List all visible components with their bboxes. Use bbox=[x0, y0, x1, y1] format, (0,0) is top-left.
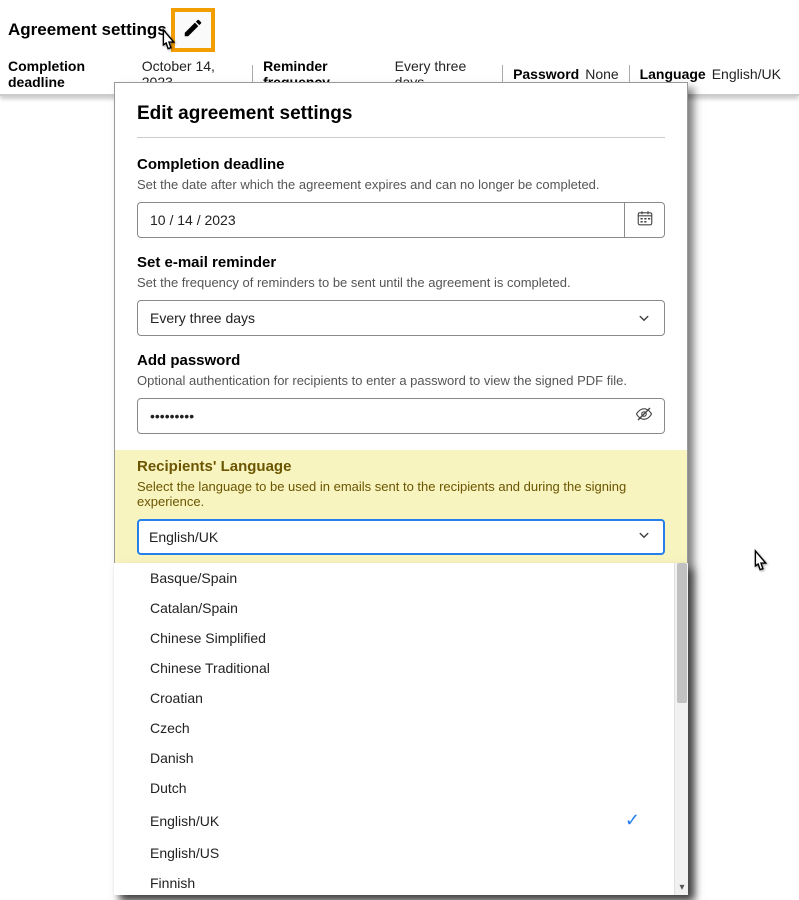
scroll-down-arrow[interactable]: ▾ bbox=[675, 882, 689, 893]
reminder-title: Set e-mail reminder bbox=[137, 254, 665, 271]
language-option-label: Catalan/Spain bbox=[150, 600, 238, 616]
modal-title: Edit agreement settings bbox=[137, 103, 665, 125]
language-option-label: Dutch bbox=[150, 780, 187, 796]
section-language: Recipients' Language Select the language… bbox=[115, 450, 687, 571]
language-option-label: Chinese Simplified bbox=[150, 630, 266, 646]
scrollbar[interactable]: ▾ bbox=[674, 563, 688, 895]
deadline-input-wrap bbox=[137, 202, 665, 238]
password-label: Password bbox=[513, 66, 579, 82]
language-option[interactable]: Chinese Simplified bbox=[120, 623, 674, 653]
edit-settings-button[interactable] bbox=[171, 8, 215, 52]
cursor-pointer-icon bbox=[746, 547, 776, 586]
language-option-label: Basque/Spain bbox=[150, 570, 237, 586]
language-option-label: Finnish bbox=[150, 875, 195, 891]
password-value: None bbox=[585, 66, 618, 82]
password-input[interactable] bbox=[138, 408, 624, 424]
section-reminder: Set e-mail reminder Set the frequency of… bbox=[137, 254, 665, 336]
language-option[interactable]: Finnish bbox=[120, 868, 674, 895]
deadline-input[interactable] bbox=[138, 212, 624, 228]
page-title: Agreement settings bbox=[8, 20, 167, 40]
toggle-visibility-button[interactable] bbox=[624, 399, 664, 433]
language-option-label: Croatian bbox=[150, 690, 203, 706]
calendar-icon bbox=[636, 209, 654, 232]
chevron-down-icon bbox=[624, 301, 664, 335]
password-input-wrap bbox=[137, 398, 665, 434]
reminder-select[interactable]: Every three days bbox=[137, 300, 665, 336]
pencil-icon bbox=[182, 17, 204, 44]
language-desc: Select the language to be used in emails… bbox=[137, 479, 665, 509]
chevron-down-icon bbox=[635, 526, 653, 549]
scroll-thumb[interactable] bbox=[677, 563, 687, 703]
language-option-label: Czech bbox=[150, 720, 190, 736]
language-option[interactable]: Chinese Traditional bbox=[120, 653, 674, 683]
deadline-desc: Set the date after which the agreement e… bbox=[137, 177, 665, 192]
section-deadline: Completion deadline Set the date after w… bbox=[137, 156, 665, 238]
language-option-list: Basque/Spain Catalan/Spain Chinese Simplif… bbox=[114, 563, 674, 895]
language-option[interactable]: English/UK ✓ bbox=[120, 803, 674, 838]
reminder-desc: Set the frequency of reminders to be sen… bbox=[137, 275, 665, 290]
deadline-title: Completion deadline bbox=[137, 156, 665, 173]
section-password: Add password Optional authentication for… bbox=[137, 352, 665, 434]
language-option[interactable]: Dutch bbox=[120, 773, 674, 803]
language-select-value: English/UK bbox=[149, 529, 635, 545]
language-dropdown: Basque/Spain Catalan/Spain Chinese Simplif… bbox=[114, 563, 688, 895]
language-option-label: Chinese Traditional bbox=[150, 660, 270, 676]
language-option-label: English/UK bbox=[150, 813, 219, 829]
password-title: Add password bbox=[137, 352, 665, 369]
language-select[interactable]: English/UK bbox=[137, 519, 665, 555]
language-option-label: Danish bbox=[150, 750, 194, 766]
reminder-value: Every three days bbox=[138, 310, 624, 326]
checkmark-icon: ✓ bbox=[625, 810, 640, 831]
language-option[interactable]: English/US bbox=[120, 838, 674, 868]
language-option[interactable]: Basque/Spain bbox=[120, 563, 674, 593]
language-option[interactable]: Danish bbox=[120, 743, 674, 773]
password-desc: Optional authentication for recipients t… bbox=[137, 373, 665, 388]
calendar-button[interactable] bbox=[624, 203, 664, 237]
language-value: English/UK bbox=[712, 66, 781, 82]
language-option[interactable]: Croatian bbox=[120, 683, 674, 713]
language-label: Language bbox=[640, 66, 706, 82]
language-option[interactable]: Czech bbox=[120, 713, 674, 743]
eye-off-icon bbox=[635, 405, 653, 428]
language-option[interactable]: Catalan/Spain bbox=[120, 593, 674, 623]
modal-divider bbox=[137, 137, 665, 138]
language-title: Recipients' Language bbox=[137, 458, 665, 475]
language-option-label: English/US bbox=[150, 845, 219, 861]
